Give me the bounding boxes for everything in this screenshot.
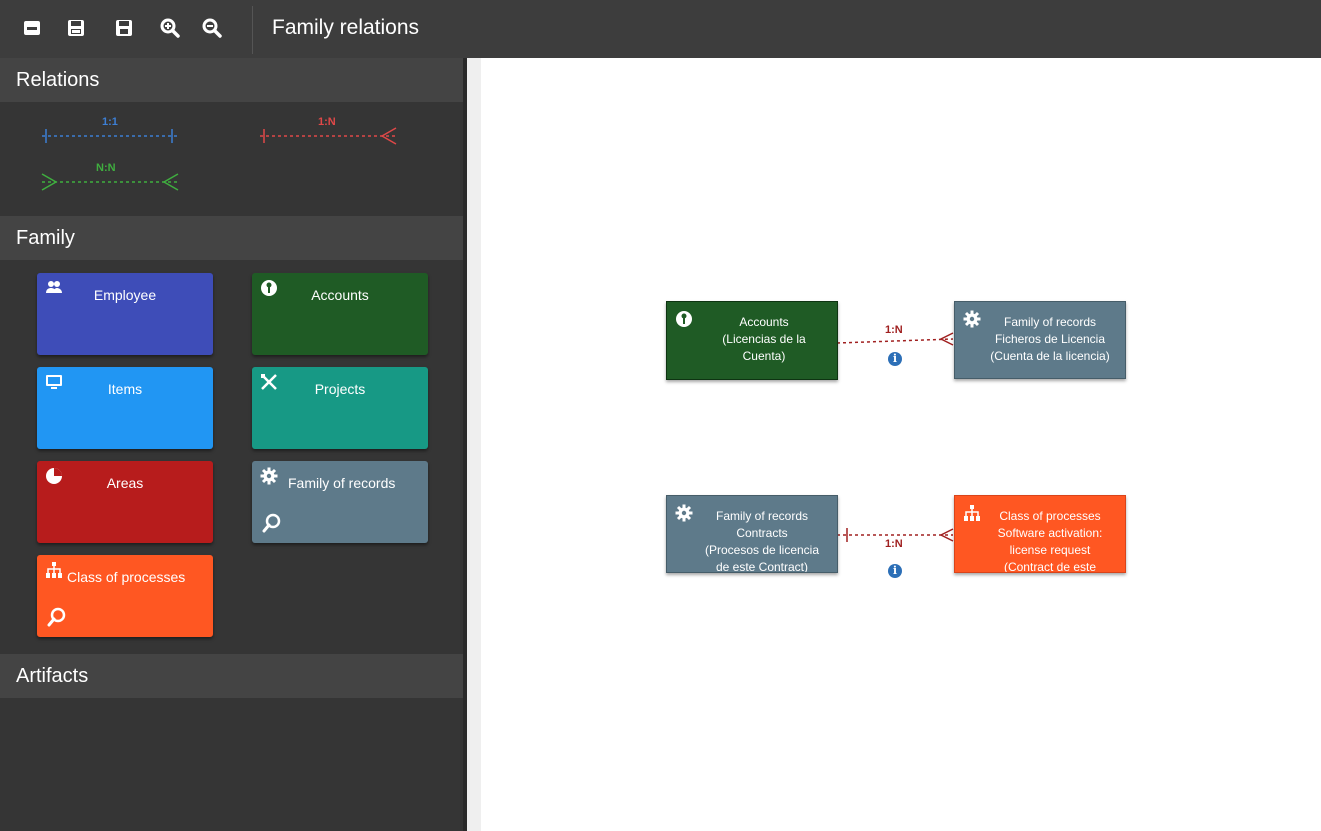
artifacts-panel — [0, 698, 463, 831]
tile-projects[interactable]: Projects — [252, 367, 428, 449]
search-icon[interactable] — [262, 513, 282, 533]
relation-one-to-one-label: 1:1 — [102, 116, 118, 128]
tile-items-label: Items — [107, 381, 143, 397]
node-class-of-processes-text: Class of processes Software activation: … — [979, 508, 1121, 573]
zoom-out-button[interactable] — [200, 16, 224, 40]
tile-accounts-label: Accounts — [311, 287, 369, 303]
node-text-line: Software activation: — [997, 526, 1103, 540]
node-text-line: Contracts — [736, 526, 788, 540]
sidebar: Relations 1:1 1:N N:N Family Employee Ac… — [0, 58, 463, 831]
toolbar: Family relations — [0, 0, 1321, 59]
node-text-line: (Licencias de la — [722, 332, 806, 346]
app-title: Family relations — [272, 16, 420, 39]
minimize-icon — [24, 21, 40, 35]
tile-class-of-processes[interactable]: Class of processes — [37, 555, 213, 637]
info-icon[interactable]: i — [888, 352, 902, 366]
key-icon — [676, 311, 692, 327]
relation-one-to-one[interactable]: 1:1 — [40, 116, 180, 146]
node-text-line: (Contract de este — [1003, 560, 1097, 573]
panel-splitter[interactable] — [463, 58, 467, 831]
node-text-line: Family of records — [715, 509, 809, 523]
node-accounts[interactable]: Accounts (Licencias de la Cuenta) — [666, 301, 838, 380]
tile-employee[interactable]: Employee — [37, 273, 213, 355]
node-text-line: Family of records — [1003, 315, 1097, 329]
connector-lines — [836, 332, 954, 542]
relations-header[interactable]: Relations — [0, 58, 463, 102]
node-text-line: Ficheros de Licencia — [994, 332, 1106, 346]
save-icon — [68, 20, 84, 36]
node-class-of-processes[interactable]: Class of processes Software activation: … — [954, 495, 1126, 573]
relation-one-to-many-label: 1:N — [318, 116, 336, 128]
save-as-icon — [116, 20, 132, 36]
node-text-line: (Procesos de licencia — [704, 543, 820, 557]
connector-label: 1:N — [885, 324, 903, 336]
node-family-of-records-ficheros-text: Family of records Ficheros de Licencia (… — [979, 314, 1121, 365]
family-panel: Employee Accounts Items Projects Areas F… — [0, 260, 463, 654]
hierarchy-icon — [46, 562, 62, 578]
tile-employee-label: Employee — [93, 287, 157, 303]
family-header[interactable]: Family — [0, 216, 463, 260]
diagram-canvas[interactable]: 1:N i 1:N i Accounts (Licencias de la Cu… — [463, 58, 1321, 831]
gear-icon — [260, 467, 278, 485]
zoom-in-button[interactable] — [158, 16, 182, 40]
save-button[interactable] — [64, 16, 88, 40]
tile-accounts[interactable]: Accounts — [252, 273, 428, 355]
zoom-in-icon — [160, 18, 180, 38]
relation-one-to-many[interactable]: 1:N — [258, 116, 398, 146]
relations-panel: 1:1 1:N N:N — [0, 102, 463, 216]
zoom-out-icon — [202, 18, 222, 38]
node-text-line: Class of processes — [999, 509, 1101, 523]
tile-family-of-records[interactable]: Family of records — [252, 461, 428, 543]
node-family-of-records-contracts-text: Family of records Contracts (Procesos de… — [691, 508, 833, 573]
node-accounts-text: Accounts (Licencias de la Cuenta) — [695, 314, 833, 365]
search-icon[interactable] — [47, 607, 67, 627]
save-as-button[interactable] — [112, 16, 136, 40]
node-text-line: license request — [1009, 543, 1091, 557]
tile-family-of-records-label: Family of records — [288, 475, 396, 491]
relation-many-to-many[interactable]: N:N — [40, 162, 180, 192]
node-text-line: (Cuenta de la licencia) — [990, 349, 1110, 363]
minimize-button[interactable] — [20, 16, 44, 40]
relation-many-to-many-label: N:N — [96, 162, 116, 174]
toolbar-separator — [252, 6, 253, 54]
artifacts-header[interactable]: Artifacts — [0, 654, 463, 698]
node-family-of-records-ficheros[interactable]: Family of records Ficheros de Licencia (… — [954, 301, 1126, 379]
tile-areas[interactable]: Areas — [37, 461, 213, 543]
node-text-line: Accounts — [739, 315, 789, 329]
tile-class-of-processes-label: Class of processes — [67, 569, 186, 585]
tile-projects-label: Projects — [314, 381, 366, 397]
node-family-of-records-contracts[interactable]: Family of records Contracts (Procesos de… — [666, 495, 838, 573]
tile-areas-label: Areas — [106, 475, 144, 491]
tile-items[interactable]: Items — [37, 367, 213, 449]
connector-label: 1:N — [885, 538, 903, 550]
node-text-line: Cuenta) — [742, 349, 786, 363]
node-text-line: de este Contract) — [715, 560, 809, 573]
info-icon[interactable]: i — [888, 564, 902, 578]
